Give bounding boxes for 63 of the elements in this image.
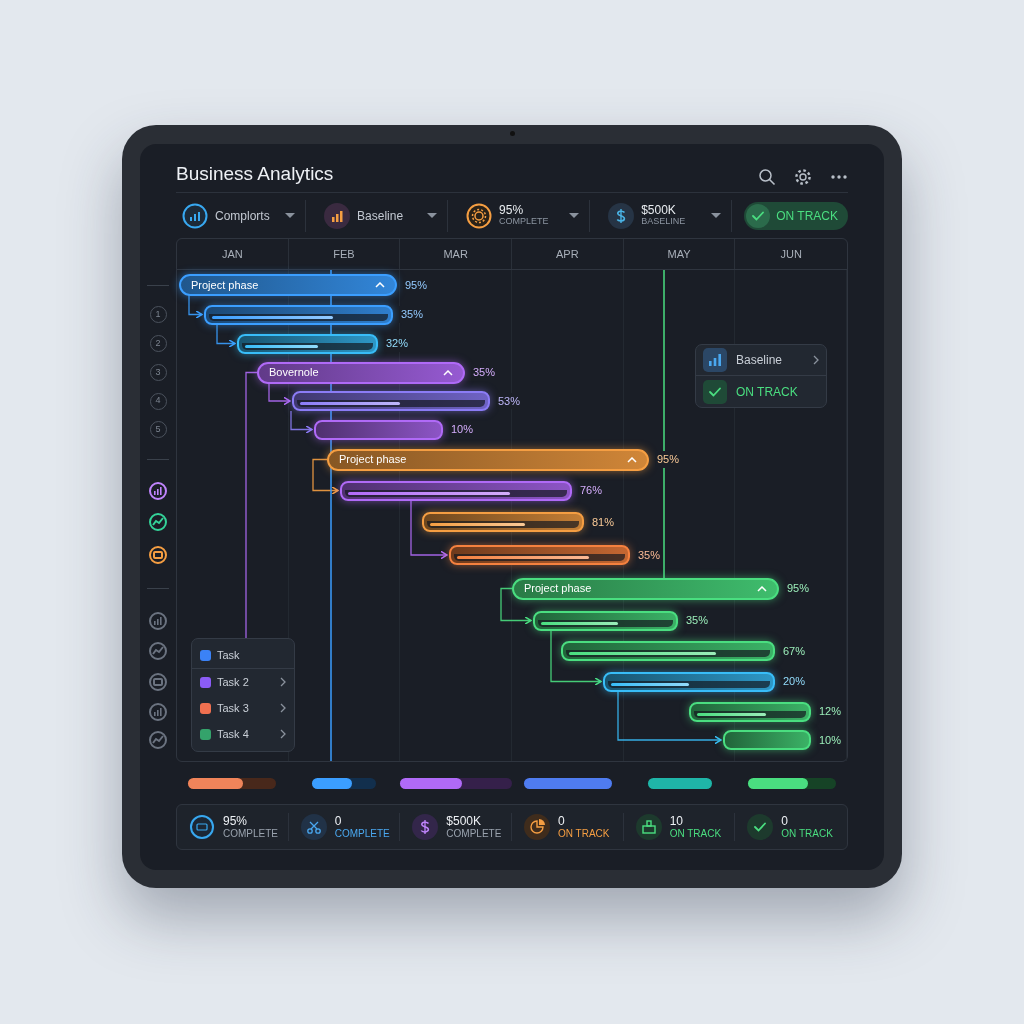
filter-dropdown[interactable]: Baseline <box>318 199 449 232</box>
chevron-right-icon <box>280 703 286 713</box>
chevron-up-icon <box>443 369 453 376</box>
stat-value: 0 <box>781 815 789 828</box>
legend-item[interactable]: Task <box>192 643 294 669</box>
progress-ring-icon <box>466 202 493 229</box>
phase-bar[interactable]: Project phase <box>179 274 397 296</box>
dollar-icon <box>608 202 635 229</box>
chevron-up-icon <box>757 585 767 592</box>
stat-caption: COMPLETE <box>334 827 390 839</box>
stat-value: 10 <box>669 815 684 828</box>
metric-dropdown[interactable]: $500K BASELINE <box>602 199 733 232</box>
caret-icon <box>569 213 580 218</box>
search-icon[interactable] <box>758 168 776 186</box>
caret-icon <box>285 213 296 218</box>
phase-bar[interactable]: Bovernole <box>257 361 465 384</box>
month-label: JAN <box>177 239 289 269</box>
chevron-up-icon <box>627 456 637 463</box>
legend-item[interactable]: Task 4 <box>192 721 294 747</box>
stat-value: 95% <box>223 815 249 828</box>
percent-label: 35% <box>399 306 426 323</box>
connector-arrow <box>268 381 291 406</box>
chart-icon <box>324 202 351 229</box>
legend-item[interactable]: Task 2 <box>192 669 294 695</box>
metric-dropdown[interactable]: 95% COMPLETE <box>460 199 591 232</box>
stat-value: 0 <box>558 815 566 828</box>
popup-item[interactable]: Baseline <box>696 345 826 376</box>
legend-item[interactable]: Task 3 <box>192 695 294 721</box>
month-label: MAY <box>623 239 736 269</box>
bar-chart-icon <box>708 353 722 367</box>
progress-ring-icon <box>189 814 215 840</box>
settings-icon[interactable] <box>794 168 812 186</box>
month-label: APR <box>512 239 624 269</box>
more-icon[interactable] <box>830 174 848 180</box>
stat-value: $500K <box>446 815 483 828</box>
chart-icon <box>182 202 208 229</box>
caret-icon <box>427 213 438 218</box>
stat-caption: ON TRACK <box>669 827 722 839</box>
caret-icon <box>711 213 722 218</box>
stat-value: 0 <box>334 815 343 828</box>
month-label: JUN <box>779 246 803 262</box>
stat-caption: ON TRACK <box>558 827 610 839</box>
chevron-right-icon <box>813 355 819 365</box>
status-button[interactable]: ON TRACK <box>744 201 848 230</box>
month-label: MAR <box>400 239 512 269</box>
month-label: FEB <box>288 239 401 269</box>
percent-label: 95% <box>655 451 682 468</box>
stat-caption: ON TRACK <box>781 827 833 839</box>
stat-caption: COMPLETE <box>446 827 502 839</box>
chevron-right-icon <box>280 729 286 739</box>
connector-arrow <box>290 410 313 435</box>
phase-bar[interactable]: Project phase <box>512 577 779 600</box>
camera-dot <box>510 131 515 136</box>
phase-bar[interactable]: Project phase <box>327 448 649 471</box>
connector-arrow <box>312 458 339 496</box>
chevron-up-icon <box>375 282 385 288</box>
filter-dropdown[interactable]: Complorts <box>176 199 307 232</box>
percent-label: 53% <box>496 392 523 410</box>
stat-caption: COMPLETE <box>223 827 278 839</box>
chevron-right-icon <box>280 677 286 687</box>
popup-item[interactable]: ON TRACK <box>696 376 826 407</box>
percent-label: 32% <box>384 335 411 352</box>
app-title: Business Analytics <box>176 163 334 186</box>
